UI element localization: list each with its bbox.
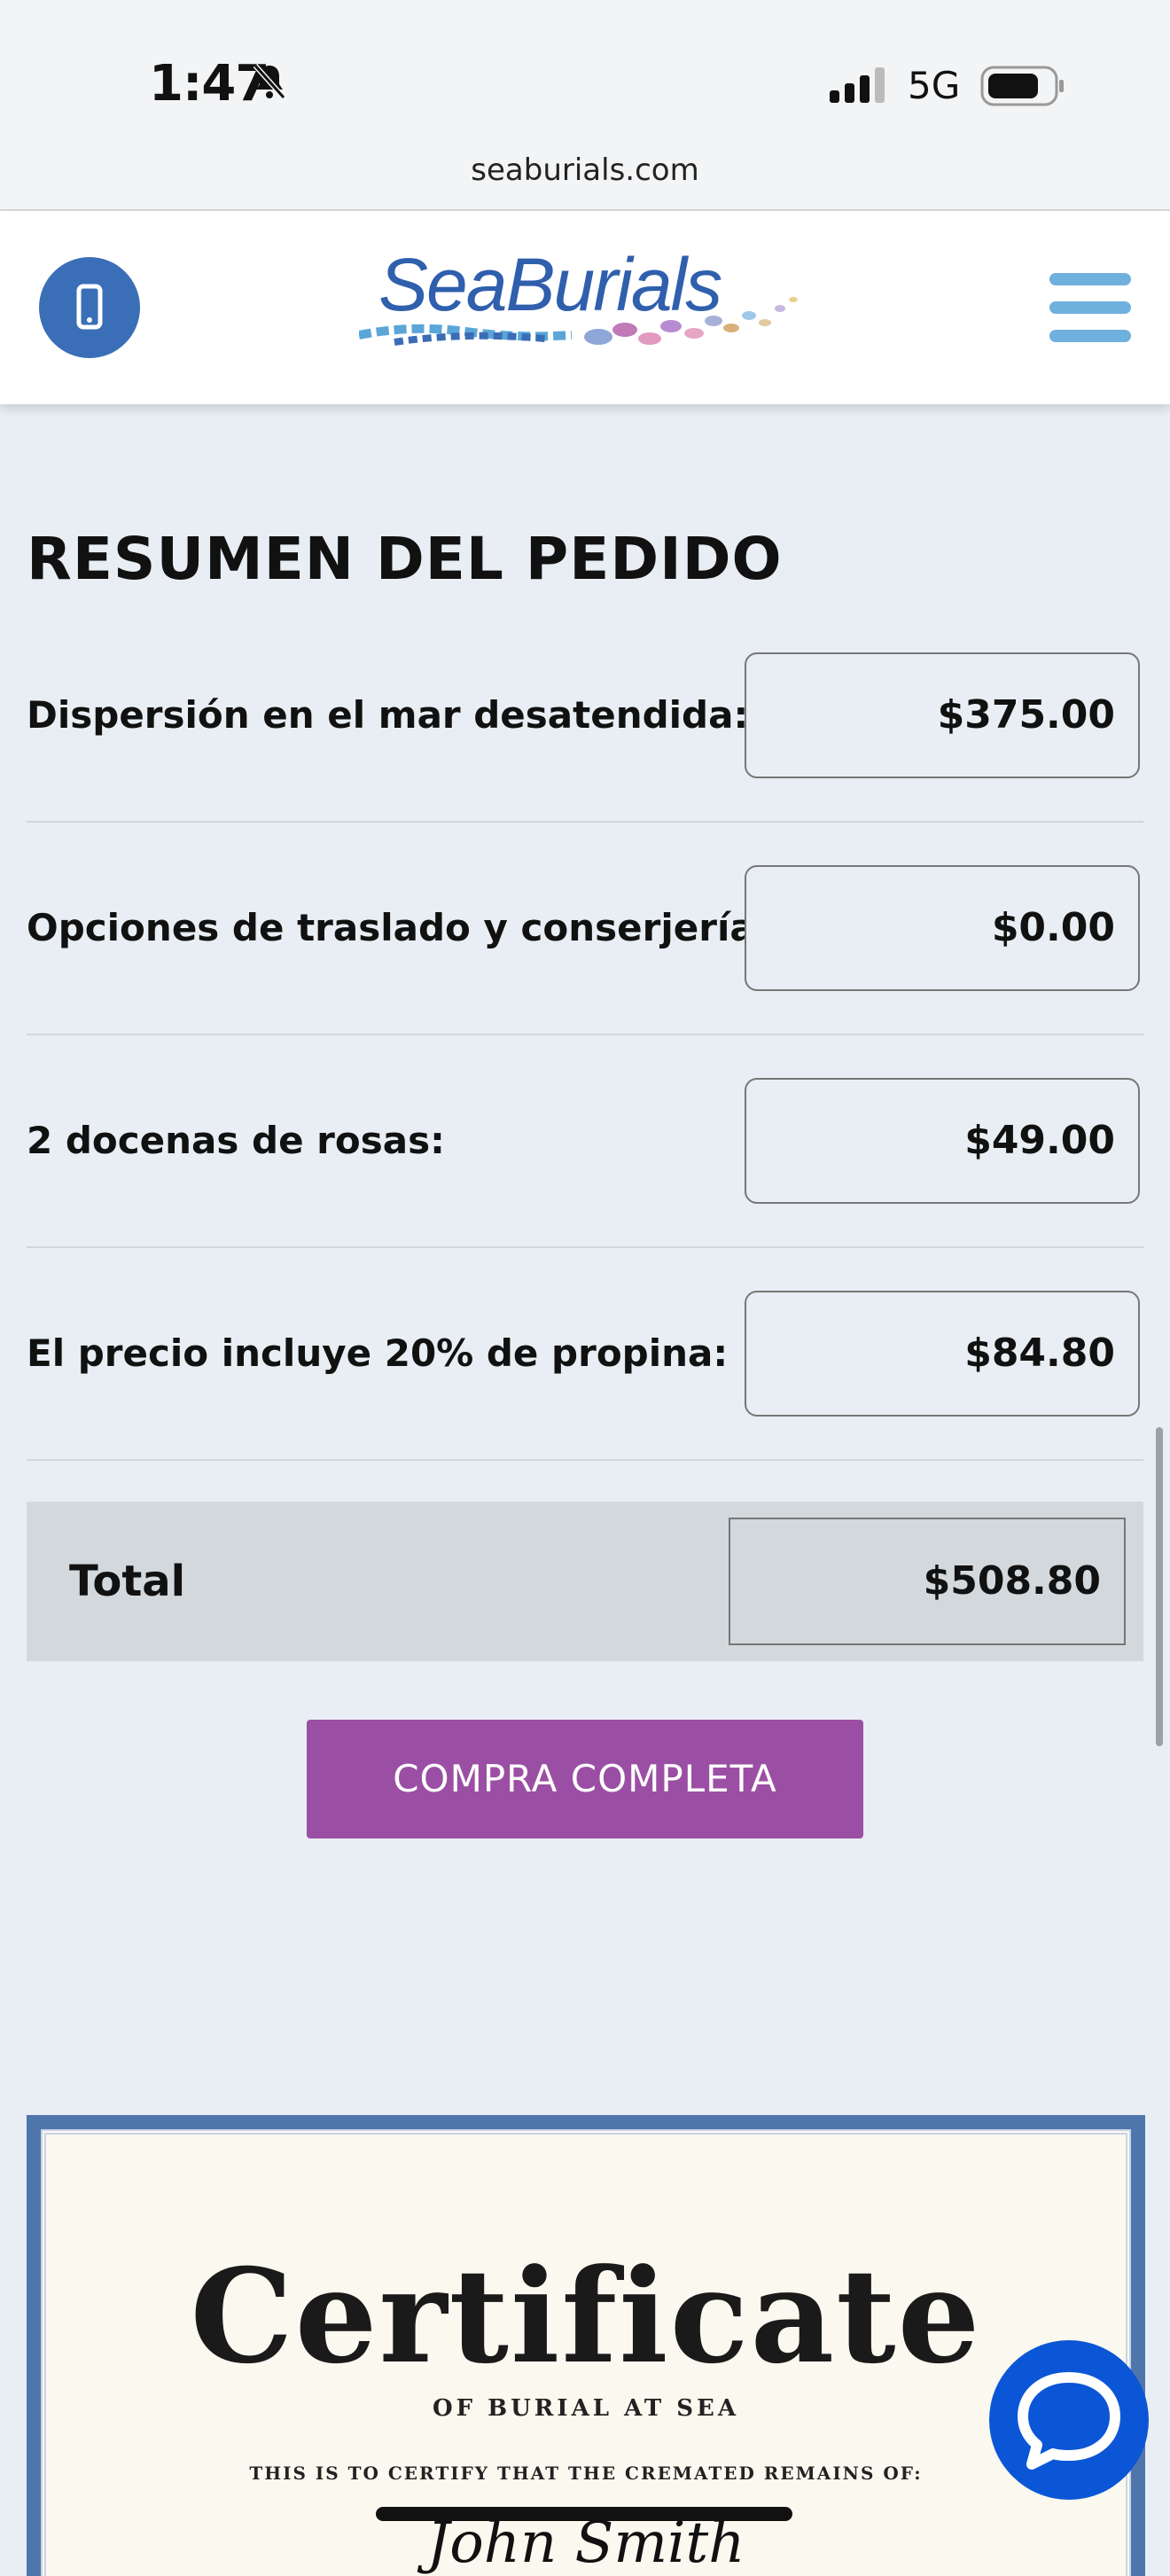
summary-row-value: $49.00	[745, 1078, 1140, 1204]
network-type: 5G	[908, 64, 961, 107]
summary-row-value: $0.00	[745, 865, 1140, 991]
total-row: Total $508.80	[27, 1502, 1143, 1661]
divider	[27, 1459, 1143, 1461]
divider	[27, 1246, 1143, 1248]
scrollbar[interactable]	[1156, 1427, 1163, 1746]
seaburials-logo[interactable]: SeaBurials	[359, 246, 811, 371]
site-header: SeaBurials	[0, 211, 1170, 404]
summary-row-value: $375.00	[745, 652, 1140, 778]
url-bar[interactable]: seaburials.com	[0, 149, 1170, 209]
summary-row-value: $84.80	[745, 1291, 1140, 1417]
chat-bubble-icon	[1018, 2372, 1120, 2470]
silent-bell-icon	[253, 64, 286, 99]
status-bar: 1:47 5G	[0, 0, 1170, 160]
battery-icon	[980, 66, 1064, 106]
summary-row-label: 2 docenas de rosas:	[27, 1119, 445, 1162]
phone-button[interactable]	[39, 257, 140, 358]
home-indicator[interactable]	[376, 2507, 792, 2521]
summary-row-label: El precio incluye 20% de propina:	[27, 1331, 729, 1375]
signal-icon	[830, 67, 885, 103]
total-label: Total	[69, 1557, 186, 1606]
order-summary-title: RESUMEN DEL PEDIDO	[27, 525, 783, 593]
logo-text: SeaBurials	[378, 246, 722, 326]
certificate-subtitle: OF BURIAL AT SEA	[432, 2395, 739, 2422]
total-value: $508.80	[729, 1518, 1126, 1645]
complete-purchase-button[interactable]: COMPRA COMPLETA	[307, 1720, 863, 1838]
summary-row-label: Dispersión en el mar desatendida:	[27, 693, 749, 737]
summary-row-label: Opciones de traslado y conserjería:	[27, 906, 770, 949]
summary-row: Opciones de traslado y conserjería: $0.0…	[27, 865, 1143, 1078]
certificate-title: Certificate	[190, 2241, 982, 2393]
summary-row: Dispersión en el mar desatendida: $375.0…	[27, 652, 1143, 865]
divider	[27, 1034, 1143, 1035]
summary-row: 2 docenas de rosas: $49.00	[27, 1078, 1143, 1291]
summary-row: El precio incluye 20% de propina: $84.80	[27, 1291, 1143, 1503]
hamburger-menu-icon[interactable]	[1049, 273, 1131, 347]
chat-button[interactable]	[989, 2340, 1149, 2500]
certificate-line: THIS IS TO CERTIFY THAT THE CREMATED REM…	[249, 2463, 923, 2484]
divider	[27, 821, 1143, 823]
phone-icon	[76, 284, 103, 330]
